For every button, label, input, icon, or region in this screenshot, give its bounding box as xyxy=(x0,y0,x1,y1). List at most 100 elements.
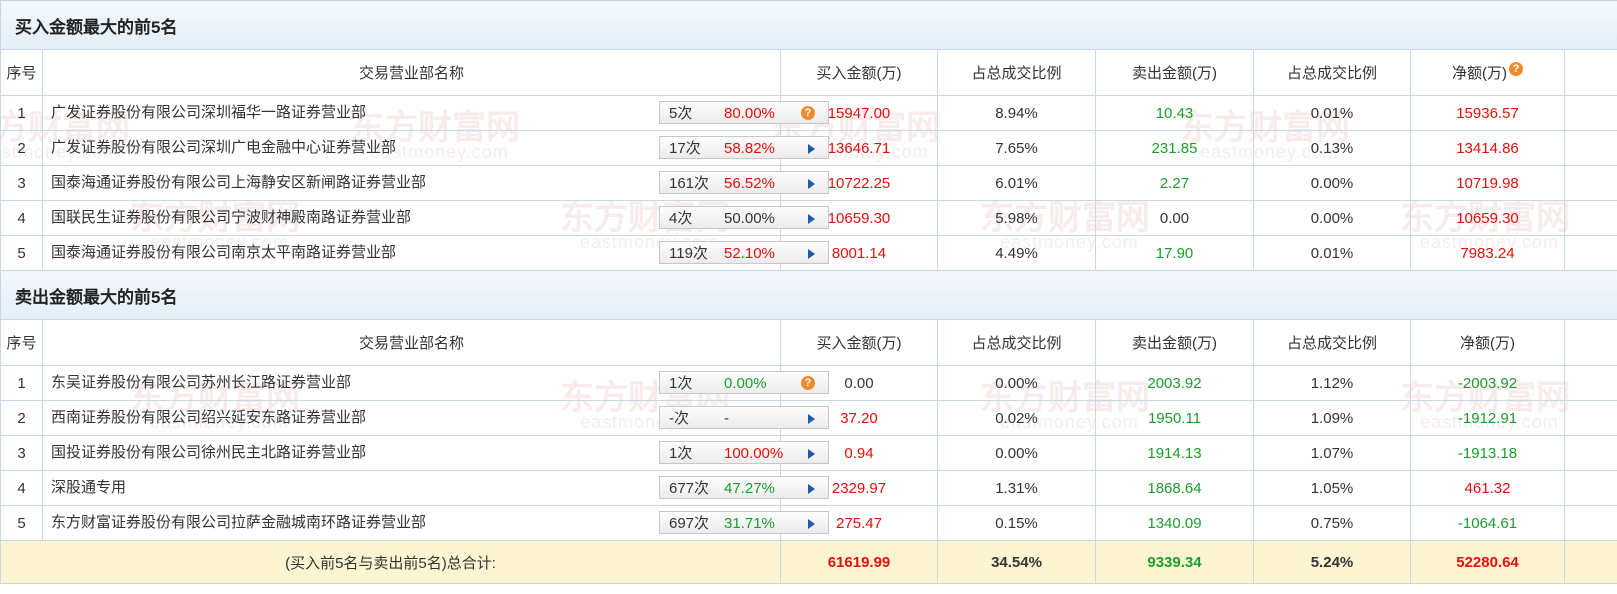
history-stats-button[interactable]: 697次 31.71% xyxy=(659,511,829,534)
row-pad xyxy=(1563,200,1617,236)
total-buy: 61619.99 xyxy=(780,540,938,584)
table-row: 4 国联民生证券股份有限公司宁波财神殿南路证券营业部 4次 50.00% 10659.3… xyxy=(0,200,1617,236)
row-pad xyxy=(1563,470,1617,506)
net-amount: -1912.91 xyxy=(1410,400,1565,436)
win-rate: 0.00% xyxy=(724,375,767,392)
history-stats-button[interactable]: 4次 50.00% xyxy=(659,206,829,229)
history-stats-button[interactable]: 1次 100.00% xyxy=(659,441,829,464)
table-row: 2 广发证券股份有限公司深圳广电金融中心证券营业部 17次 58.82% 13646.7… xyxy=(0,130,1617,166)
play-arrow-icon[interactable] xyxy=(808,144,815,154)
sell-header-row: 序号 交易营业部名称 买入金额(万) 占总成交比例 卖出金额(万) 占总成交比例… xyxy=(0,319,1617,366)
buy-ratio: 0.00% xyxy=(937,365,1096,401)
header-no: 序号 xyxy=(0,49,43,96)
net-amount: -2003.92 xyxy=(1410,365,1565,401)
sell-ratio: 0.01% xyxy=(1253,95,1411,131)
row-pad xyxy=(1563,505,1617,541)
buy-section-title: 买入金额最大的前5名 xyxy=(0,0,1617,50)
sell-amount: 1340.09 xyxy=(1095,505,1254,541)
table-row: 5 东方财富证券股份有限公司拉萨金融城南环路证券营业部 697次 31.71% 275.… xyxy=(0,505,1617,541)
branch-name[interactable]: 国泰海通证券股份有限公司上海静安区新闸路证券营业部 xyxy=(51,171,601,192)
table-row: 2 西南证券股份有限公司绍兴延安东路证券营业部 -次 -37.20 0.02% 1950.… xyxy=(0,400,1617,436)
question-circle-icon[interactable]: ? xyxy=(801,106,815,120)
branch-cell: 东吴证券股份有限公司苏州长江路证券营业部 1次 0.00%? xyxy=(42,365,829,401)
branch-name[interactable]: 国泰海通证券股份有限公司南京太平南路证券营业部 xyxy=(51,241,601,262)
net-amount: 461.32 xyxy=(1410,470,1565,506)
history-stats-button[interactable]: 677次 47.27% xyxy=(659,476,829,499)
row-pad xyxy=(1563,95,1617,131)
branch-cell: 广发证券股份有限公司深圳广电金融中心证券营业部 17次 58.82% xyxy=(42,130,829,166)
branch-name[interactable]: 广发证券股份有限公司深圳广电金融中心证券营业部 xyxy=(51,136,601,157)
listing-count: 677次 xyxy=(669,480,710,497)
sell-ratio: 1.07% xyxy=(1253,435,1411,471)
branch-cell: 国投证券股份有限公司徐州民主北路证券营业部 1次 100.00% xyxy=(42,435,829,471)
question-circle-icon[interactable]: ? xyxy=(801,376,815,390)
total-sell-ratio: 5.24% xyxy=(1253,540,1411,584)
play-arrow-icon[interactable] xyxy=(808,414,815,424)
history-stats-button[interactable]: 161次 56.52% xyxy=(659,171,829,194)
header-sell-ratio: 占总成交比例 xyxy=(1253,49,1411,96)
question-circle-icon[interactable]: ? xyxy=(1509,62,1523,76)
header-buy-ratio: 占总成交比例 xyxy=(937,319,1096,366)
branch-name[interactable]: 西南证券股份有限公司绍兴延安东路证券营业部 xyxy=(51,406,601,427)
sell-ratio: 0.00% xyxy=(1253,165,1411,201)
branch-name[interactable]: 国投证券股份有限公司徐州民主北路证券营业部 xyxy=(51,441,601,462)
header-net: 净额(万) xyxy=(1410,319,1565,366)
buy-ratio: 0.00% xyxy=(937,435,1096,471)
win-rate: 100.00% xyxy=(724,445,784,462)
header-buy-amount: 买入金额(万) xyxy=(780,49,938,96)
branch-name[interactable]: 东吴证券股份有限公司苏州长江路证券营业部 xyxy=(51,371,601,392)
buy-ratio: 4.49% xyxy=(937,235,1096,271)
net-amount: 15936.57 xyxy=(1410,95,1565,131)
net-amount: 10659.30 xyxy=(1410,200,1565,236)
play-arrow-icon[interactable] xyxy=(808,484,815,494)
branch-name[interactable]: 深股通专用 xyxy=(51,476,601,497)
branch-cell: 深股通专用 677次 47.27% xyxy=(42,470,829,506)
table-row: 5 国泰海通证券股份有限公司南京太平南路证券营业部 119次 52.10% 8001.1… xyxy=(0,235,1617,271)
play-arrow-icon[interactable] xyxy=(808,214,815,224)
header-branch: 交易营业部名称 xyxy=(42,319,781,366)
sell-amount: 0.00 xyxy=(1095,200,1254,236)
branch-cell: 西南证券股份有限公司绍兴延安东路证券营业部 -次 - xyxy=(42,400,829,436)
history-stats-button[interactable]: 5次 80.00%? xyxy=(659,101,829,124)
branch-name[interactable]: 广发证券股份有限公司深圳福华一路证券营业部 xyxy=(51,101,601,122)
play-arrow-icon[interactable] xyxy=(808,249,815,259)
row-no: 4 xyxy=(0,200,43,236)
play-arrow-icon[interactable] xyxy=(808,519,815,529)
row-no: 1 xyxy=(0,95,43,131)
history-stats-button[interactable]: 119次 52.10% xyxy=(659,241,829,264)
dragon-tiger-table: 买入金额最大的前5名 序号 交易营业部名称 买入金额(万) 占总成交比例 卖出金… xyxy=(0,0,1617,584)
sell-ratio: 0.13% xyxy=(1253,130,1411,166)
header-buy-amount: 买入金额(万) xyxy=(780,319,938,366)
history-stats-button[interactable]: 17次 58.82% xyxy=(659,136,829,159)
row-no: 5 xyxy=(0,505,43,541)
table-row: 3 国泰海通证券股份有限公司上海静安区新闸路证券营业部 161次 56.52% 1072… xyxy=(0,165,1617,201)
branch-name[interactable]: 国联民生证券股份有限公司宁波财神殿南路证券营业部 xyxy=(51,206,601,227)
win-rate: 80.00% xyxy=(724,105,775,122)
win-rate: 52.10% xyxy=(724,245,775,262)
header-pad xyxy=(1563,49,1617,96)
row-no: 5 xyxy=(0,235,43,271)
row-no: 3 xyxy=(0,165,43,201)
header-buy-ratio: 占总成交比例 xyxy=(937,49,1096,96)
history-stats-button[interactable]: 1次 0.00%? xyxy=(659,371,829,394)
sell-amount: 1914.13 xyxy=(1095,435,1254,471)
play-arrow-icon[interactable] xyxy=(808,179,815,189)
row-no: 1 xyxy=(0,365,43,401)
sell-ratio: 1.05% xyxy=(1253,470,1411,506)
branch-name[interactable]: 东方财富证券股份有限公司拉萨金融城南环路证券营业部 xyxy=(51,511,601,532)
listing-count: -次 xyxy=(669,410,689,427)
total-label: (买入前5名与卖出前5名)总合计: xyxy=(0,540,781,584)
branch-cell: 国联民生证券股份有限公司宁波财神殿南路证券营业部 4次 50.00% xyxy=(42,200,829,236)
win-rate: 31.71% xyxy=(724,515,775,532)
play-arrow-icon[interactable] xyxy=(808,449,815,459)
total-pad xyxy=(1563,540,1617,584)
sell-ratio: 1.12% xyxy=(1253,365,1411,401)
history-stats-button[interactable]: -次 - xyxy=(659,406,829,429)
header-branch: 交易营业部名称 xyxy=(42,49,781,96)
net-amount: 10719.98 xyxy=(1410,165,1565,201)
header-sell-amount: 卖出金额(万) xyxy=(1095,49,1254,96)
net-amount: -1913.18 xyxy=(1410,435,1565,471)
win-rate: 58.82% xyxy=(724,140,775,157)
row-no: 2 xyxy=(0,130,43,166)
row-pad xyxy=(1563,365,1617,401)
